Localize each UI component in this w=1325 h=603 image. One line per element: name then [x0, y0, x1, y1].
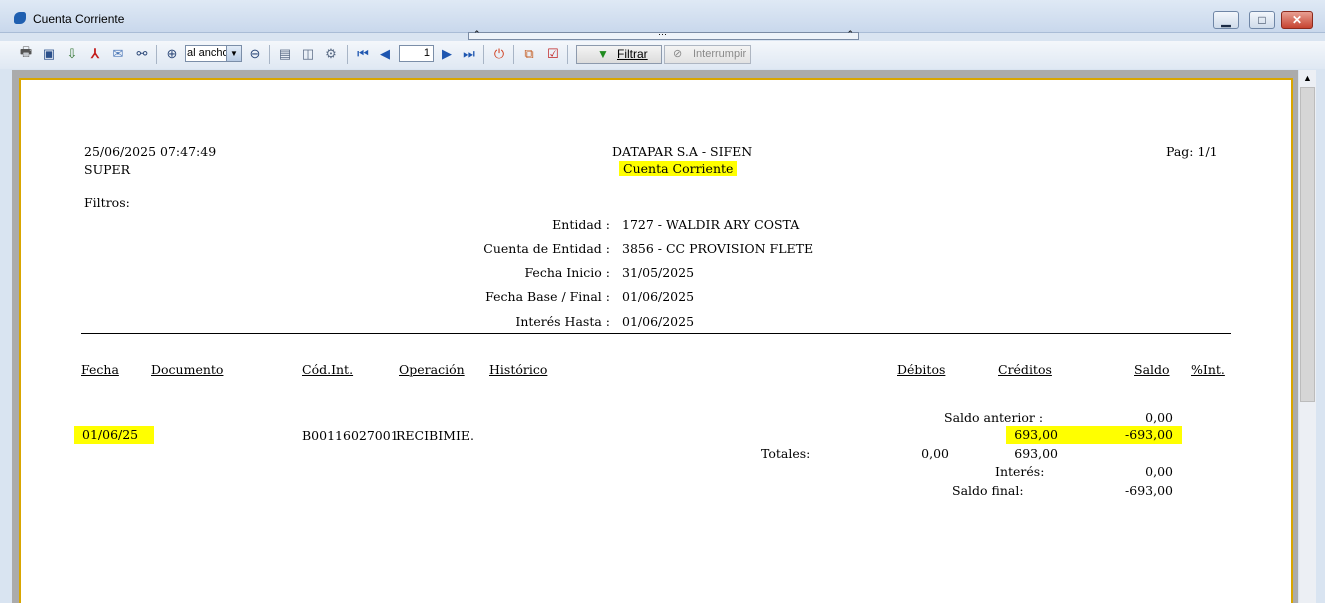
row-cod-int: B00116027001 [302, 428, 399, 443]
toolbar-separator [483, 45, 484, 64]
minimize-icon: ▁ [1221, 13, 1231, 27]
col-fecha: Fecha [81, 362, 119, 377]
zoom-in-icon[interactable]: ⊕ [163, 45, 181, 63]
app-icon [14, 12, 26, 24]
interrupt-button-label: Interrumpir [693, 48, 747, 60]
toolbar-separator [269, 45, 270, 64]
saldo-final-label: Saldo final: [952, 483, 1024, 498]
funnel-icon: ▼ [597, 47, 609, 61]
export-icon[interactable]: ⇩ [63, 45, 81, 63]
toolbar-separator [513, 45, 514, 64]
col-cod-int: Cód.Int. [302, 362, 354, 377]
interrupt-button[interactable]: ⊘ Interrumpir [664, 45, 751, 64]
toolbar-separator [567, 45, 568, 64]
totales-creditos: 693,00 [1014, 446, 1058, 461]
saldo-final-value: -693,00 [1125, 483, 1173, 498]
report-title: Cuenta Corriente [619, 161, 738, 176]
chevron-down-icon[interactable]: ▼ [226, 46, 241, 61]
print-icon[interactable]: 🖶 [17, 44, 35, 63]
report-datetime: 25/06/2025 07:47:49 [84, 144, 217, 159]
col-operacion: Operación [399, 362, 465, 377]
chevron-up-icon-right: ⌃ [846, 29, 854, 39]
saldo-anterior-label: Saldo anterior : [944, 410, 1044, 425]
maximize-button[interactable]: □ [1249, 11, 1275, 29]
totales-debitos: 0,00 [921, 446, 949, 461]
col-debitos: Débitos [897, 362, 946, 377]
col-pct-int: %Int. [1191, 362, 1225, 377]
totales-label: Totales: [761, 446, 811, 461]
filters-label: Filtros: [84, 195, 130, 210]
two-page-icon[interactable]: ◫ [299, 45, 317, 63]
filter-label-fecha-base: Fecha Base / Final : [485, 289, 610, 304]
find-icon[interactable]: ⚯ [133, 45, 151, 63]
checklist-icon[interactable]: ☑ [544, 45, 562, 63]
pdf-icon[interactable]: ⅄ [86, 45, 104, 63]
col-documento: Documento [151, 362, 224, 377]
filter-value-cuenta: 3856 - CC PROVISION FLETE [622, 241, 814, 256]
zoom-value: al ancho [187, 47, 229, 59]
report-company: DATAPAR S.A - SIFEN [612, 144, 753, 159]
filter-label-fecha-inicio: Fecha Inicio : [524, 265, 610, 280]
filter-value-interes-hasta: 01/06/2025 [622, 314, 695, 329]
last-page-icon[interactable]: ⏭ [460, 45, 478, 63]
previous-page-icon[interactable]: ◀ [376, 45, 394, 63]
interes-value: 0,00 [1145, 464, 1173, 479]
filter-button[interactable]: ▼ Filtrar [576, 45, 662, 64]
single-page-icon[interactable]: ▤ [276, 45, 294, 63]
filter-value-fecha-inicio: 31/05/2025 [622, 265, 695, 280]
scroll-thumb[interactable] [1300, 87, 1315, 402]
next-page-icon[interactable]: ▶ [438, 45, 456, 63]
row-operacion: RECIBIMIE. [396, 428, 474, 443]
zoom-out-icon[interactable]: ⊖ [246, 45, 264, 63]
toolbar-separator [156, 45, 157, 64]
page-number-input[interactable]: 1 [399, 45, 434, 62]
row-fecha: 01/06/25 [74, 426, 154, 444]
interes-label: Interés: [995, 464, 1045, 479]
col-saldo: Saldo [1134, 362, 1170, 377]
report-user: SUPER [84, 162, 131, 177]
filter-value-fecha-base: 01/06/2025 [622, 289, 695, 304]
scroll-up-icon[interactable]: ▲ [1299, 70, 1316, 87]
zoom-select[interactable]: al ancho ▼ [185, 45, 242, 62]
chevron-up-icon: ⌃ [473, 29, 481, 39]
filter-label-cuenta: Cuenta de Entidad : [483, 241, 610, 256]
filter-value-entidad: 1727 - WALDIR ARY COSTA [622, 217, 800, 232]
report-page-number: Pag: 1/1 [1166, 144, 1218, 159]
toolbar-collapse-handle[interactable]: ⌃ ⋯ ⌃ [468, 29, 859, 40]
toolbar-separator [347, 45, 348, 64]
page-setup-icon[interactable]: ⚙ [322, 45, 340, 63]
row-creditos: 693,00 [1006, 426, 1072, 444]
col-historico: Histórico [489, 362, 548, 377]
filter-label-entidad: Entidad : [552, 217, 610, 232]
email-icon[interactable]: ✉ [109, 45, 127, 63]
first-page-icon[interactable]: ⏮ [354, 45, 372, 63]
close-icon: ✕ [1291, 13, 1303, 27]
maximize-icon: □ [1258, 13, 1266, 27]
filter-label-interes-hasta: Interés Hasta : [515, 314, 610, 329]
interrupt-icon: ⊘ [673, 48, 683, 60]
vertical-scrollbar[interactable]: ▲ [1299, 70, 1316, 603]
copy-icon[interactable]: ⧉ [520, 45, 538, 63]
filter-button-label: Filtrar [617, 47, 648, 61]
header-divider [81, 333, 1231, 334]
stop-icon[interactable]: ⏻ [490, 45, 508, 63]
row-saldo: -693,00 [1072, 426, 1182, 444]
minimize-button[interactable]: ▁ [1213, 11, 1239, 29]
col-creditos: Créditos [998, 362, 1052, 377]
save-icon[interactable]: ▣ [40, 45, 58, 63]
window-title: Cuenta Corriente [33, 12, 125, 26]
saldo-anterior-value: 0,00 [1145, 410, 1173, 425]
close-button[interactable]: ✕ [1281, 11, 1313, 29]
grip-icon: ⋯ [658, 29, 667, 39]
